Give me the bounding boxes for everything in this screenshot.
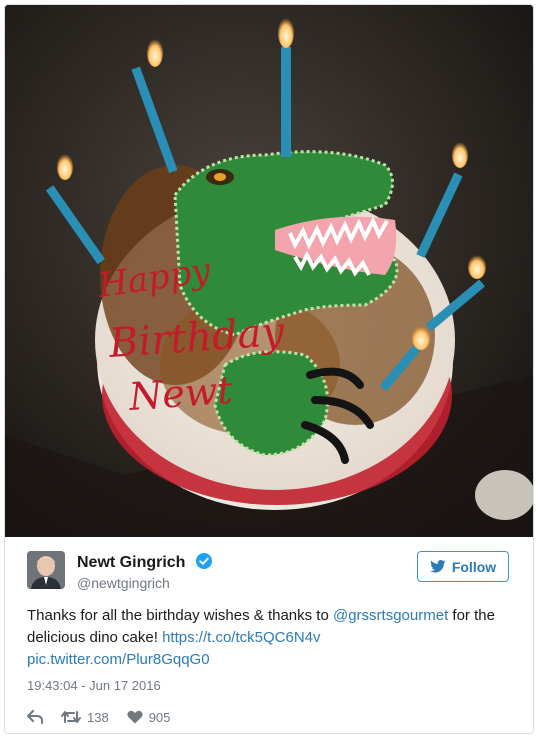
retweet-button[interactable]: 138 <box>61 710 109 725</box>
tweet-text-part1: Thanks for all the birthday wishes & tha… <box>27 607 333 624</box>
verified-badge-icon <box>195 553 212 569</box>
like-button[interactable]: 905 <box>127 709 171 725</box>
birthday-cake-photo: Happy Birthday Newt <box>5 5 533 537</box>
retweet-icon <box>61 711 81 723</box>
retweet-count: 138 <box>87 709 109 725</box>
mention-link[interactable]: @grssrtsgourmet <box>333 607 448 624</box>
follow-button[interactable]: Follow <box>417 551 509 582</box>
author-name-text[interactable]: Newt Gingrich <box>77 554 185 571</box>
like-count: 905 <box>148 709 171 725</box>
reply-button[interactable] <box>27 710 43 724</box>
reply-icon <box>27 710 43 724</box>
heart-icon <box>127 710 143 724</box>
tweet-text: Thanks for all the birthday wishes & tha… <box>27 605 517 671</box>
pic-link[interactable]: pic.twitter.com/Plur8GqqG0 <box>27 651 210 668</box>
author-handle[interactable]: @newtgingrich <box>77 574 170 592</box>
follow-button-label: Follow <box>451 558 497 575</box>
author-name[interactable]: Newt Gingrich <box>77 553 212 573</box>
twitter-bird-icon <box>430 560 446 573</box>
tweet-timestamp[interactable]: 19:43:04 - Jun 17 2016 <box>27 678 161 693</box>
author-avatar[interactable] <box>27 551 65 589</box>
tweet-actions: 138 905 <box>27 706 188 728</box>
tweet-photo[interactable]: Happy Birthday Newt <box>5 5 533 537</box>
cake-writing-newt: Newt <box>127 368 235 419</box>
tweet-url-link[interactable]: https://t.co/tck5QC6N4v <box>162 629 320 646</box>
tweet-card: Happy Birthday Newt Newt Gingrich @newtg… <box>4 4 534 734</box>
avatar-portrait-icon <box>27 551 65 589</box>
tweet-header: Newt Gingrich @newtgingrich Follow <box>27 551 511 591</box>
